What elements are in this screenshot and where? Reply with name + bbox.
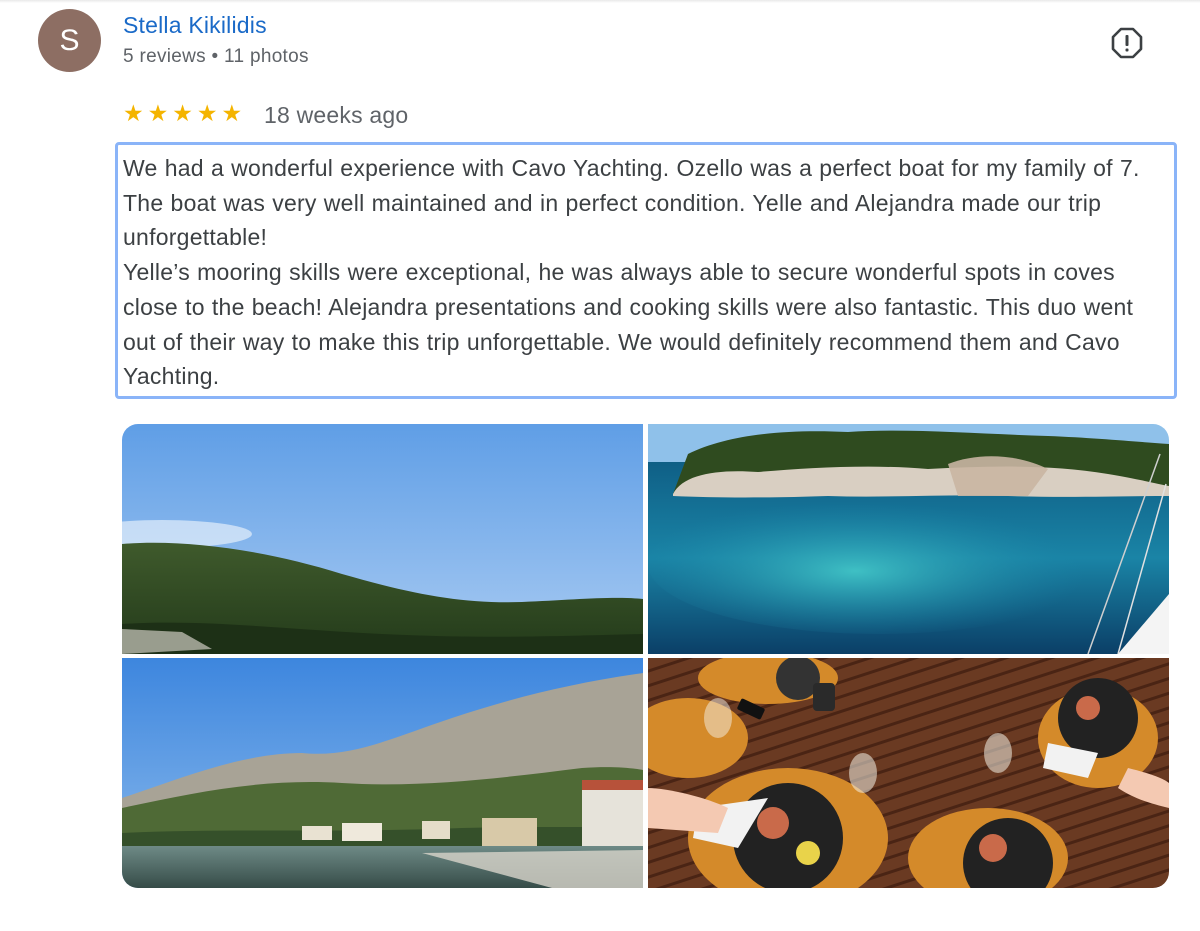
star-icon: ★ — [123, 100, 144, 126]
review-photo-dinner-table[interactable] — [648, 658, 1169, 888]
review-paragraph-1: We had a wonderful experience with Cavo … — [123, 155, 1140, 251]
star-icon: ★ — [221, 100, 243, 126]
author-meta: 5 reviews • 11 photos — [123, 46, 309, 67]
star-icon: ★ — [172, 100, 193, 126]
avatar-initial: S — [59, 23, 80, 57]
review-photo-grid — [122, 424, 1169, 888]
review-time: 18 weeks ago — [264, 102, 409, 128]
review-paragraph-2: Yelle’s mooring skills were exceptional,… — [123, 259, 1134, 390]
author-name-link[interactable]: Stella Kikilidis — [123, 12, 267, 39]
report-flag-icon — [1111, 27, 1143, 59]
star-icon: ★ — [147, 100, 169, 126]
star-rating: ★ ★ ★ ★ ★ — [123, 102, 242, 125]
top-divider — [0, 0, 1200, 3]
review-photo-cove[interactable] — [648, 424, 1169, 654]
review-photo-hillside[interactable] — [122, 424, 643, 654]
report-button[interactable] — [1106, 22, 1148, 64]
avatar[interactable]: S — [38, 9, 101, 72]
review-photo-village[interactable] — [122, 658, 643, 888]
star-icon: ★ — [196, 100, 218, 126]
review-text-box[interactable]: We had a wonderful experience with Cavo … — [115, 142, 1177, 399]
